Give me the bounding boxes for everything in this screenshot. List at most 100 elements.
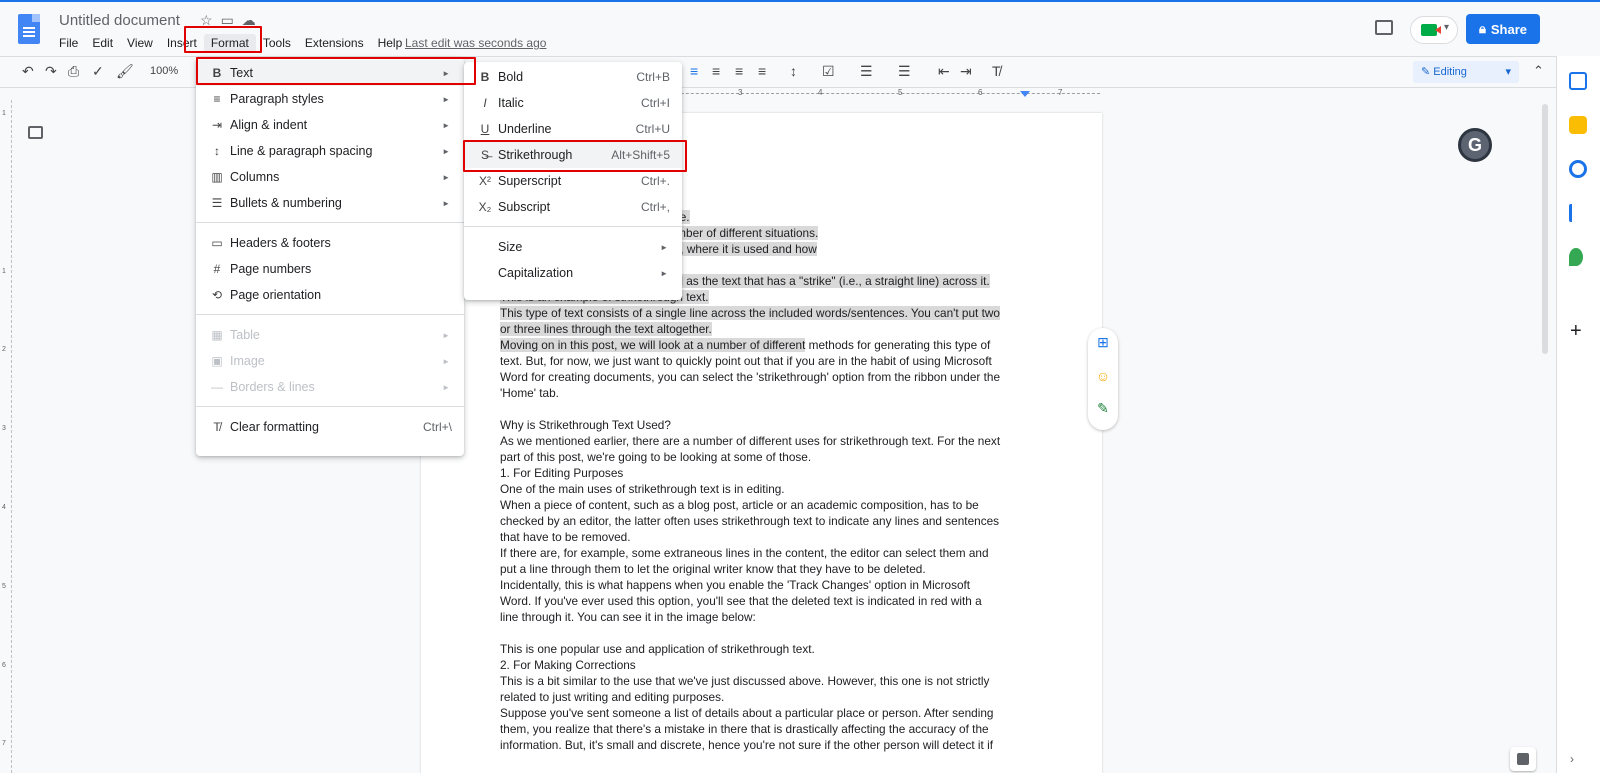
grammarly-icon[interactable]: G — [1458, 128, 1492, 162]
text-menu-item-bold[interactable]: B Bold Ctrl+B — [464, 64, 682, 90]
doc-line[interactable]: 'Home' tab. — [500, 385, 1030, 401]
emoji-reaction-icon[interactable]: ☺ — [1094, 368, 1112, 384]
document-title[interactable]: Untitled document — [59, 12, 180, 29]
meet-button[interactable]: ▾ — [1410, 16, 1458, 44]
add-comment-icon[interactable]: ⊞ — [1094, 334, 1112, 350]
doc-line[interactable]: 1. For Editing Purposes — [500, 465, 1030, 481]
docs-logo-icon[interactable] — [18, 14, 40, 44]
spellcheck-icon[interactable]: ✓ — [92, 63, 104, 80]
menu-file[interactable]: File — [52, 34, 85, 52]
format-menu-item-bullets[interactable]: ☰ Bullets & numbering ► — [196, 190, 464, 216]
menu-edit[interactable]: Edit — [85, 34, 120, 52]
move-folder-icon[interactable]: ▭ — [221, 12, 234, 29]
scroll-thumb[interactable] — [1542, 104, 1548, 354]
doc-line[interactable]: text. But, for now, we just want to quic… — [500, 353, 1030, 369]
doc-line[interactable]: Suppose you've sent someone a list of de… — [500, 705, 1030, 721]
bulleted-list-icon[interactable]: ☰ — [860, 63, 873, 80]
vertical-ruler[interactable]: 1 1 2 3 4 5 6 7 — [0, 100, 12, 773]
zoom-select[interactable]: 100% — [150, 65, 178, 77]
tasks-icon[interactable] — [1569, 160, 1587, 178]
doc-line[interactable]: This is one popular use and application … — [500, 641, 1030, 657]
paint-format-icon[interactable]: 🖌︎ — [116, 63, 134, 80]
doc-line[interactable]: Why is Strikethrough Text Used? — [500, 417, 1030, 433]
suggest-edits-icon[interactable]: ✎ — [1094, 400, 1112, 416]
format-menu-item-page-numbers[interactable]: # Page numbers — [196, 256, 464, 282]
text-menu-item-italic[interactable]: I Italic Ctrl+I — [464, 90, 682, 116]
star-icon[interactable]: ☆ — [200, 12, 213, 29]
doc-line[interactable]: When a piece of content, such as a blog … — [500, 497, 1030, 513]
checklist-icon[interactable]: ☑ — [822, 63, 835, 80]
format-menu-item-headers-footers[interactable]: ▭ Headers & footers — [196, 230, 464, 256]
doc-line[interactable]: put a line through them to let the origi… — [500, 561, 1030, 577]
text-menu-item-capitalization[interactable]: Capitalization ► — [464, 260, 682, 286]
doc-line[interactable]: checked by an editor, the latter often u… — [500, 513, 1030, 529]
right-indent-marker[interactable] — [1020, 91, 1030, 97]
document-outline-icon[interactable] — [28, 126, 43, 139]
redo-icon[interactable]: ↷ — [45, 63, 57, 80]
format-menu-item-line-spacing[interactable]: ↕ Line & paragraph spacing ► — [196, 138, 464, 164]
clear-formatting-icon[interactable]: T̸ — [992, 63, 1001, 79]
text-menu-item-underline[interactable]: U Underline Ctrl+U — [464, 116, 682, 142]
doc-line[interactable]: related to just writing and editing purp… — [500, 689, 1030, 705]
menu-tools[interactable]: Tools — [256, 34, 298, 52]
undo-icon[interactable]: ↶ — [22, 63, 34, 80]
doc-line[interactable]: Word. If you've ever used this option, y… — [500, 593, 1030, 609]
text-menu-item-size[interactable]: Size ► — [464, 234, 682, 260]
align-center-icon[interactable]: ≡ — [712, 63, 720, 79]
vertical-scrollbar[interactable] — [1540, 100, 1550, 773]
justify-icon[interactable]: ≡ — [758, 63, 766, 79]
decrease-indent-icon[interactable]: ⇤ — [938, 63, 950, 80]
format-menu-item-text[interactable]: B Text ► — [196, 60, 464, 86]
doc-line[interactable]: This type of text consists of a single l… — [500, 305, 1030, 321]
doc-line[interactable]: If there are, for example, some extraneo… — [500, 545, 1030, 561]
menu-view[interactable]: View — [120, 34, 160, 52]
format-menu-item-columns[interactable]: ▥ Columns ► — [196, 164, 464, 190]
doc-line[interactable]: line through it. You can see it in the i… — [500, 609, 1030, 625]
increase-indent-icon[interactable]: ⇥ — [960, 63, 972, 80]
doc-line[interactable]: information. But, it's small and discret… — [500, 737, 1030, 753]
doc-line[interactable] — [500, 625, 1030, 641]
doc-line[interactable]: 2. For Making Corrections — [500, 657, 1030, 673]
text-menu-item-strikethrough[interactable]: S̶ Strikethrough Alt+Shift+5 — [464, 142, 682, 168]
format-menu-item-page-orientation[interactable]: ⟲ Page orientation — [196, 282, 464, 308]
format-menu-item-align-indent[interactable]: ⇥ Align & indent ► — [196, 112, 464, 138]
calendar-icon[interactable] — [1569, 72, 1587, 90]
doc-line[interactable]: or three lines through the text altogeth… — [500, 321, 1030, 337]
last-edit-link[interactable]: Last edit was seconds ago — [405, 36, 546, 50]
share-button[interactable]: 🔒︎ Share — [1466, 14, 1540, 44]
doc-line[interactable]: As we mentioned earlier, there are a num… — [500, 433, 1030, 449]
menu-extensions[interactable]: Extensions — [298, 34, 371, 52]
menu-format[interactable]: Format — [203, 34, 256, 52]
doc-line[interactable] — [500, 401, 1030, 417]
align-right-icon[interactable]: ≡ — [735, 63, 743, 79]
line-spacing-icon[interactable]: ↕ — [790, 63, 797, 79]
doc-line[interactable]: them, you realize that there's a mistake… — [500, 721, 1030, 737]
doc-line[interactable]: Word for creating documents, you can sel… — [500, 369, 1030, 385]
comment-history-icon[interactable] — [1375, 20, 1393, 35]
show-side-panel-chevron-icon[interactable]: › — [1570, 752, 1574, 766]
keep-icon[interactable] — [1569, 116, 1587, 134]
cloud-status-icon[interactable]: ☁ — [242, 12, 256, 29]
menu-help[interactable]: Help — [371, 34, 410, 52]
doc-line[interactable]: part of this post, we're going to be loo… — [500, 449, 1030, 465]
numbered-list-icon[interactable]: ☰ — [898, 63, 911, 80]
doc-line[interactable]: Incidentally, this is what happens when … — [500, 577, 1030, 593]
add-ons-plus-icon[interactable]: + — [1570, 320, 1582, 343]
print-icon[interactable]: ⎙ — [68, 63, 79, 80]
align-left-icon[interactable]: ≡ — [690, 63, 698, 79]
menu-insert[interactable]: Insert — [160, 34, 204, 52]
text-menu-item-superscript[interactable]: X² Superscript Ctrl+. — [464, 168, 682, 194]
maps-icon[interactable] — [1569, 248, 1583, 266]
doc-line[interactable]: Moving on in this post, we will look at … — [500, 337, 1030, 353]
menu-item-label: Page orientation — [230, 288, 322, 302]
doc-line[interactable]: that have to be removed. — [500, 529, 1030, 545]
doc-line[interactable]: One of the main uses of strikethrough te… — [500, 481, 1030, 497]
format-menu-item-paragraph-styles[interactable]: ≡ Paragraph styles ► — [196, 86, 464, 112]
text-menu-item-subscript[interactable]: X₂ Subscript Ctrl+, — [464, 194, 682, 220]
hide-menus-chevron-icon[interactable]: ⌃ — [1533, 63, 1544, 79]
editing-mode-select[interactable]: ✎ Editing ▾ — [1413, 61, 1519, 83]
format-menu-item-clear-formatting[interactable]: T̸ Clear formatting Ctrl+\ — [196, 414, 464, 440]
doc-line[interactable]: This is a bit similar to the use that we… — [500, 673, 1030, 689]
explore-icon[interactable] — [1510, 747, 1536, 771]
contacts-icon[interactable] — [1569, 204, 1577, 222]
